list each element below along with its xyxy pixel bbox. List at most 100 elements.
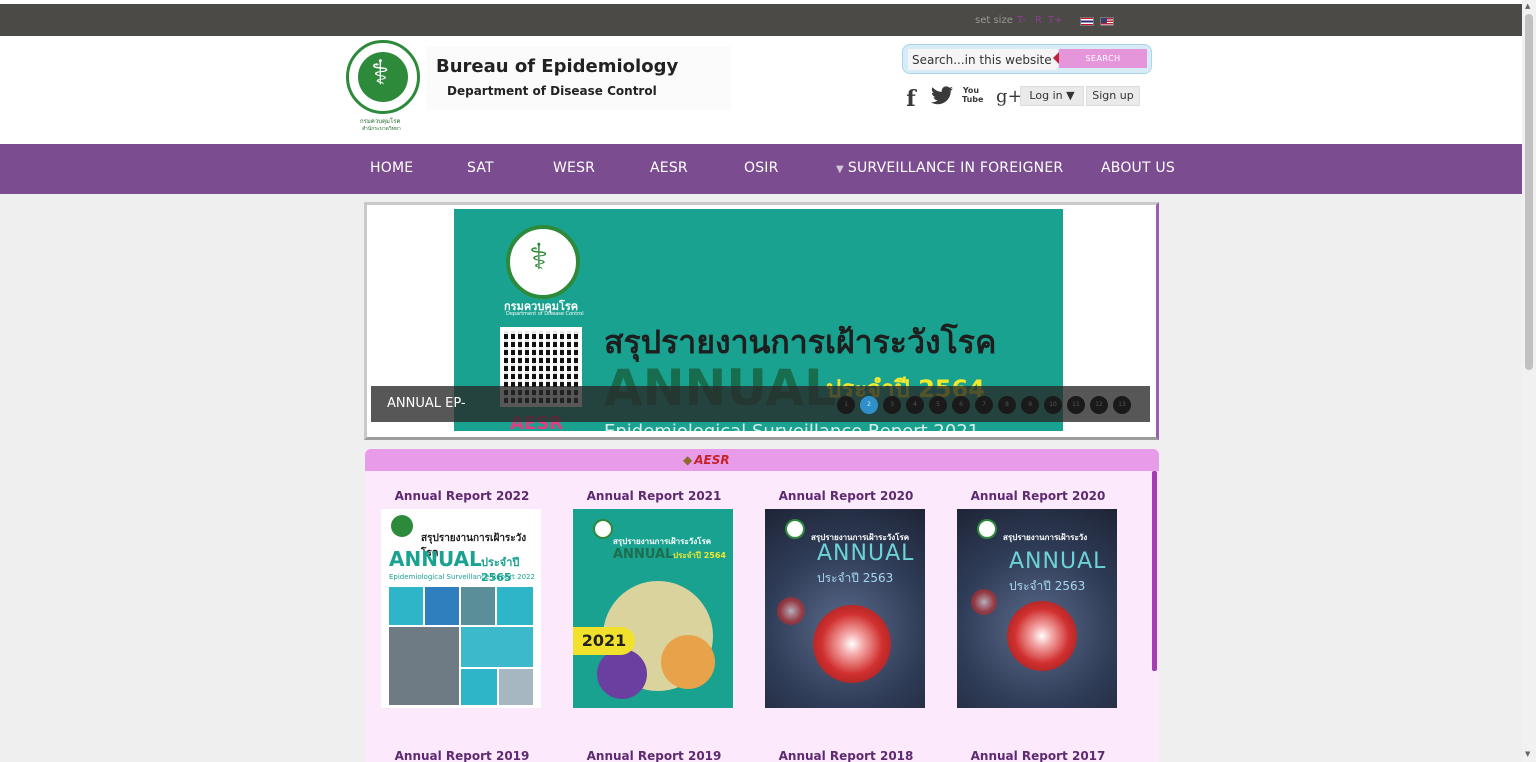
slide-subtitle: Epidemiological Surveillance Report 2021 [604,421,979,431]
cover-annual: ANNUAL [613,547,674,562]
aesr-logo: ◆ AESR [683,453,730,467]
slider-dot-active[interactable]: 2 [860,396,878,414]
cover-seal-icon [977,519,997,539]
slide-caption-bar: ANNUAL EP- 1 2 3 4 5 6 7 8 9 10 11 12 13 [371,386,1150,422]
slider-dot[interactable]: 8 [998,396,1016,414]
report-title[interactable]: Annual Report 2021 [573,489,735,503]
slider-dot[interactable]: 6 [952,396,970,414]
slider-dot[interactable]: 7 [975,396,993,414]
book-icon: ◆ [683,453,693,467]
nav-item-aesr[interactable]: AESR [650,160,688,176]
slider-dot[interactable]: 9 [1021,396,1039,414]
report-title[interactable]: Annual Report 2019 [381,749,543,762]
cover-year: ประจำปี 2563 [817,571,894,585]
cover-illustration [597,649,647,699]
site-title: Bureau of Epidemiology [436,56,679,77]
login-button[interactable]: Log in ▼ [1020,86,1084,106]
cover-thai-title: สรุปรายงานการเฝ้าระวัง [1003,533,1088,542]
ministry-seal-icon [346,40,420,114]
cover-english-subtitle: Epidemiological Surveillance Report 2022 [389,573,535,581]
report-cover[interactable]: สรุปรายงานการเฝ้าระวังโรค ANNUAL ประจำปี… [765,509,925,708]
nav-item-sat[interactable]: SAT [467,160,494,176]
slider-dot[interactable]: 3 [883,396,901,414]
english-flag-icon[interactable] [1100,17,1114,26]
virus-illustration [813,605,891,683]
cover-tile [461,669,497,705]
hero-slider[interactable]: กรมควบคุมโรค Department of Disease Contr… [364,202,1159,440]
panel-scrollbar[interactable] [1152,471,1157,671]
scroll-down-arrow-icon[interactable]: ▼ [1525,750,1530,758]
search-box: SEARCH [902,44,1152,74]
signup-button[interactable]: Sign up [1086,86,1140,106]
font-size-reset[interactable]: R [1035,15,1042,26]
cover-seal-icon [785,519,805,539]
twitter-icon[interactable] [930,86,954,108]
site-logo[interactable]: กรมควบคุมโรค สำนักระบาดวิทยา Bureau of E… [340,36,740,136]
nav-item-osir[interactable]: OSIR [744,160,779,176]
virus-illustration [971,589,997,615]
slide-caption: ANNUAL EP- [387,396,466,411]
slider-dot[interactable]: 4 [906,396,924,414]
scrollbar-thumb[interactable] [1525,14,1533,370]
site-subtitle: Department of Disease Control [447,84,657,98]
report-title[interactable]: Annual Report 2017 [957,749,1119,762]
panel-header: ◆ AESR [365,449,1159,471]
slider-dot[interactable]: 12 [1090,396,1108,414]
cover-tile [461,587,495,625]
font-size-increase[interactable]: T+ [1048,15,1063,26]
googleplus-icon[interactable]: g+ [996,86,1023,108]
cover-year-badge: 2021 [573,627,635,655]
nav-item-wesr[interactable]: WESR [553,160,595,176]
site-header: กรมควบคุมโรค สำนักระบาดวิทยา Bureau of E… [0,36,1522,144]
facebook-icon[interactable]: f [904,86,918,112]
report-cover[interactable]: สรุปรายงานการเฝ้าระวังโรค ANNUAL ประจำปี… [381,509,541,708]
cover-photo [389,627,459,705]
virus-illustration [777,597,805,625]
main-nav: HOME SAT WESR AESR OSIR ▼ SURVEILLANCE IN… [0,144,1522,194]
nav-item-label: SURVEILLANCE IN FOREIGNER [847,160,1064,176]
slide-dept-english: Department of Disease Control [506,311,584,317]
search-input[interactable] [908,49,1058,70]
cover-tile [497,587,533,625]
cover-tile [389,587,423,625]
cover-annual: ANNUAL [389,547,482,571]
window-scrollbar[interactable]: ▲ ▼ [1522,0,1536,762]
slider-dot[interactable]: 1 [837,396,855,414]
cover-illustration [661,635,715,689]
annual-reports-panel: ◆ AESR Annual Report 2022 สรุปรายงานการเฝ… [365,449,1159,762]
cover-year: ประจำปี 2564 [673,551,726,560]
nav-item-home[interactable]: HOME [370,160,413,176]
cover-seal-icon [391,515,413,537]
report-title[interactable]: Annual Report 2020 [765,489,927,503]
page: set size T- R T+ กรมควบคุมโรค สำนักระบาด… [0,0,1536,762]
nav-item-about-us[interactable]: ABOUT US [1101,160,1175,176]
slider-dot[interactable]: 13 [1113,396,1131,414]
cover-annual: ANNUAL [1009,549,1107,574]
slider-dot[interactable]: 11 [1067,396,1085,414]
ministry-seal-icon [506,225,580,299]
report-title[interactable]: Annual Report 2019 [573,749,735,762]
report-cover[interactable]: สรุปรายงานการเฝ้าระวังโรค ANNUAL ประจำปี… [573,509,733,708]
top-utility-bar: set size T- R T+ [0,0,1522,36]
thai-flag-icon[interactable] [1080,17,1094,26]
cover-seal-icon [593,519,613,539]
cover-tile [499,669,533,705]
font-size-decrease[interactable]: T- [1017,15,1026,26]
nav-item-surveillance-foreigner[interactable]: ▼ SURVEILLANCE IN FOREIGNER [836,160,1063,176]
set-size-label: set size [975,15,1013,26]
report-title[interactable]: Annual Report 2022 [381,489,543,503]
dropdown-triangle-icon: ▼ [836,164,844,175]
scroll-up-arrow-icon[interactable]: ▲ [1525,2,1530,10]
report-title[interactable]: Annual Report 2020 [957,489,1119,503]
seal-caption-bureau: สำนักระบาดวิทยา [362,126,401,132]
cover-annual: ANNUAL [817,541,915,566]
search-button[interactable]: SEARCH [1053,49,1147,68]
slider-dot[interactable]: 10 [1044,396,1062,414]
youtube-icon[interactable]: You Tube [962,86,983,108]
report-cover[interactable]: สรุปรายงานการเฝ้าระวัง ANNUAL ประจำปี 25… [957,509,1117,708]
report-title[interactable]: Annual Report 2018 [765,749,927,762]
slider-dot[interactable]: 5 [929,396,947,414]
title-block: Bureau of Epidemiology Department of Dis… [426,46,731,110]
virus-illustration [1007,601,1077,671]
cover-year: ประจำปี 2563 [1009,579,1086,593]
